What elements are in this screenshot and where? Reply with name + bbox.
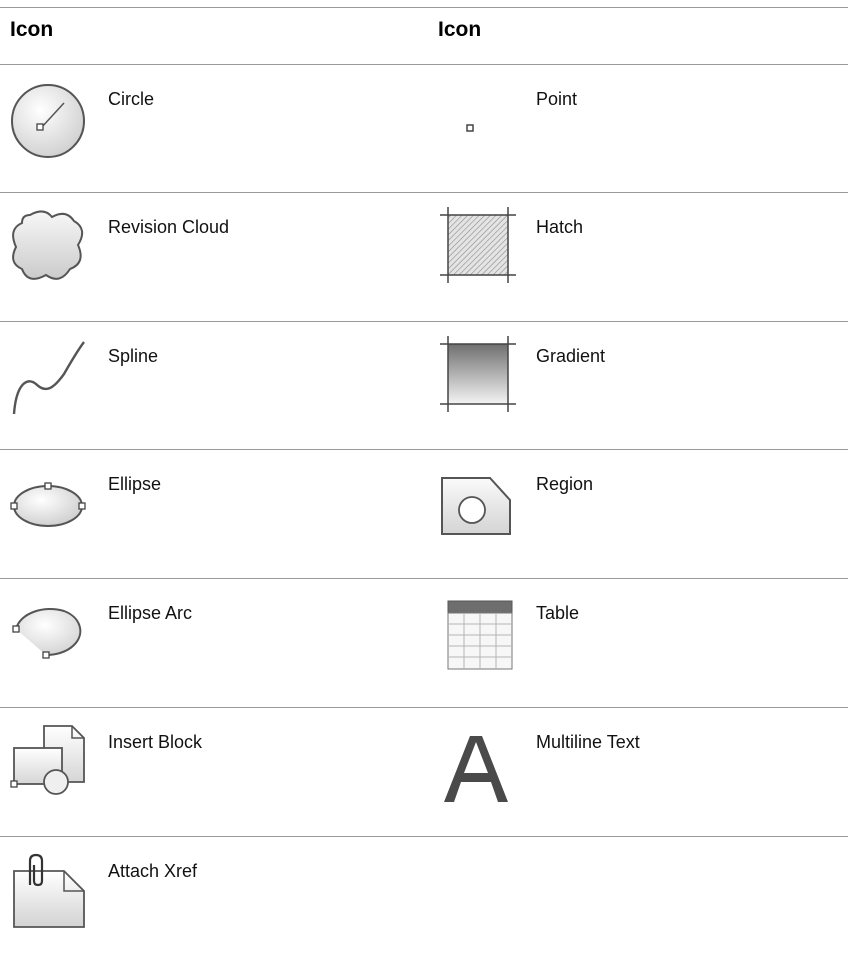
table-cell: Revision Cloud <box>0 193 420 321</box>
spline-icon <box>8 336 88 416</box>
multiline-text-icon <box>436 722 516 802</box>
table-cell: Spline <box>0 322 420 450</box>
column-header-icon-right: Icon <box>438 18 482 41</box>
icon-label: Table <box>536 603 580 623</box>
icon-label: Point <box>536 89 578 109</box>
circle-icon <box>8 79 88 159</box>
icon-label: Gradient <box>536 346 606 366</box>
ellipse-arc-icon <box>8 593 88 673</box>
table-cell: Ellipse Arc <box>0 579 420 707</box>
table-cell-empty <box>428 837 848 965</box>
table-cell: Hatch <box>428 193 848 321</box>
table-cell: Point <box>428 65 848 193</box>
table-cell: Ellipse <box>0 450 420 578</box>
table-row: Ellipse Region <box>0 450 848 578</box>
icon-label: Hatch <box>536 217 584 237</box>
icon-label: Multiline Text <box>536 732 640 752</box>
icon-label: Ellipse Arc <box>108 603 193 623</box>
table-cell: Table <box>428 579 848 707</box>
icon-label: Spline <box>108 346 159 366</box>
gradient-icon <box>436 336 516 416</box>
icon-label: Revision Cloud <box>108 217 230 237</box>
column-header-icon-left: Icon <box>10 18 54 41</box>
table-cell: Circle <box>0 65 420 193</box>
table-cell: Gradient <box>428 322 848 450</box>
table-header: Icon Icon <box>0 8 848 64</box>
table-cell: Region <box>428 450 848 578</box>
revision-cloud-icon <box>8 207 88 287</box>
table-icon <box>436 593 516 673</box>
hatch-icon <box>436 207 516 287</box>
icon-label: Insert Block <box>108 732 203 752</box>
table-row: Insert Block Multiline Text <box>0 708 848 836</box>
table-row: Attach Xref <box>0 837 848 965</box>
icon-label: Attach Xref <box>108 861 198 881</box>
table-cell: Attach Xref <box>0 837 420 965</box>
table-row: Spline Gradient <box>0 322 848 450</box>
ellipse-icon <box>8 464 88 544</box>
icon-label: Circle <box>108 89 155 109</box>
table-row: Ellipse Arc Table <box>0 579 848 707</box>
region-icon <box>436 464 516 544</box>
attach-xref-icon <box>8 851 88 931</box>
icon-label: Region <box>536 474 594 494</box>
table-row: Circle Point <box>0 65 848 193</box>
table-cell: Multiline Text <box>428 708 848 836</box>
point-icon <box>436 79 516 159</box>
icon-label: Ellipse <box>108 474 162 494</box>
table-cell: Insert Block <box>0 708 420 836</box>
insert-block-icon <box>8 722 88 802</box>
table-row: Revision Cloud Hatch <box>0 193 848 321</box>
